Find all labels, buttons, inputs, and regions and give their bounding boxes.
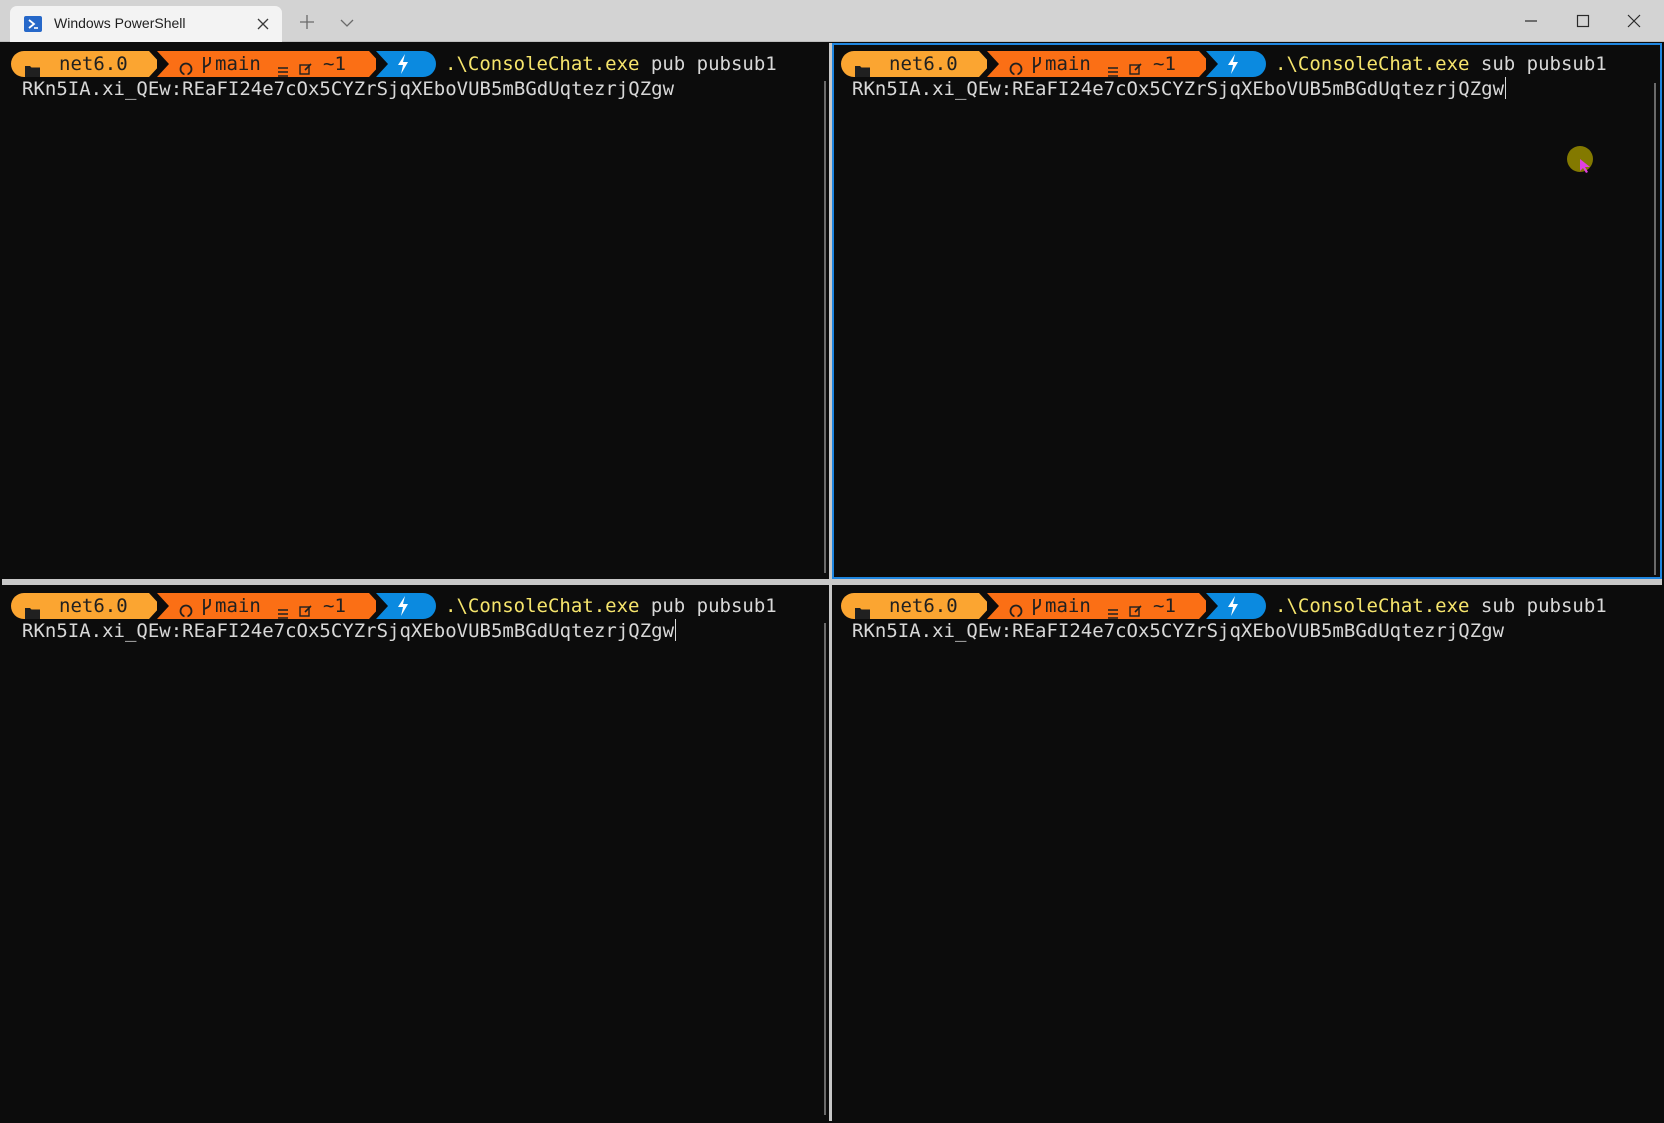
command-executable: .\ConsoleChat.exe (445, 595, 640, 617)
powershell-icon (24, 16, 42, 32)
output-text: RKn5IA.xi_QEw:REaFI24e7cOx5CYZrSjqXEboVU… (22, 620, 675, 642)
command-text: .\ConsoleChat.exe pub pubsub1 (445, 593, 777, 619)
branch-name: main (1045, 53, 1091, 75)
changes-count: ~1 (1153, 53, 1176, 75)
pane-scrollbar[interactable] (824, 623, 826, 1115)
power-segment (376, 593, 436, 619)
output-text: RKn5IA.xi_QEw:REaFI24e7cOx5CYZrSjqXEboVU… (852, 78, 1505, 100)
git-segment: main ~1 (157, 51, 381, 77)
pane-scrollbar[interactable] (824, 81, 826, 573)
output-line: RKn5IA.xi_QEw:REaFI24e7cOx5CYZrSjqXEboVU… (852, 618, 1504, 644)
chevron-down-icon[interactable] (338, 14, 356, 32)
folder-name: net6.0 (59, 595, 128, 617)
terminal-pane-top-left[interactable]: net6.0 main ~1 .\ConsoleChat.exe pub pub… (2, 43, 829, 579)
output-line: RKn5IA.xi_QEw:REaFI24e7cOx5CYZrSjqXEboVU… (852, 76, 1507, 102)
maximize-icon[interactable] (1572, 10, 1594, 32)
power-segment (1206, 593, 1266, 619)
git-segment: main ~1 (987, 51, 1211, 77)
branch-name: main (215, 53, 261, 75)
terminal-pane-bottom-right[interactable]: net6.0 main ~1 .\ConsoleChat.exe sub pub… (832, 585, 1662, 1121)
horizontal-pane-splitter[interactable] (2, 579, 1662, 585)
changes-count: ~1 (323, 595, 346, 617)
output-text: RKn5IA.xi_QEw:REaFI24e7cOx5CYZrSjqXEboVU… (22, 78, 675, 100)
changes-count: ~1 (1153, 595, 1176, 617)
folder-name: net6.0 (59, 53, 128, 75)
tab-windows-powershell[interactable]: Windows PowerShell (10, 6, 282, 42)
output-text: RKn5IA.xi_QEw:REaFI24e7cOx5CYZrSjqXEboVU… (852, 620, 1505, 642)
power-segment (376, 51, 436, 77)
prompt-line: net6.0 main ~1 .\ConsoleChat.exe (841, 51, 1660, 77)
git-segment: main ~1 (157, 593, 381, 619)
command-arguments: pub pubsub1 (650, 53, 777, 75)
prompt-line: net6.0 main ~1 .\ConsoleChat.exe (11, 593, 829, 619)
minimize-icon[interactable] (1520, 10, 1542, 32)
mouse-pointer-icon (1580, 158, 1592, 177)
prompt-line: net6.0 main ~1 .\ConsoleChat.exe (11, 51, 829, 77)
output-line: RKn5IA.xi_QEw:REaFI24e7cOx5CYZrSjqXEboVU… (22, 618, 677, 644)
branch-name: main (1045, 595, 1091, 617)
terminal-pane-bottom-left[interactable]: net6.0 main ~1 .\ConsoleChat.exe pub pub… (2, 585, 829, 1121)
folder-name: net6.0 (889, 53, 958, 75)
command-arguments: sub pubsub1 (1480, 595, 1607, 617)
command-executable: .\ConsoleChat.exe (445, 53, 640, 75)
plus-icon[interactable] (298, 13, 316, 31)
title-bar: Windows PowerShell (0, 0, 1664, 42)
folder-segment: net6.0 (841, 593, 991, 619)
output-line: RKn5IA.xi_QEw:REaFI24e7cOx5CYZrSjqXEboVU… (22, 76, 674, 102)
command-arguments: sub pubsub1 (1480, 53, 1607, 75)
tab-title: Windows PowerShell (54, 15, 186, 31)
prompt-line: net6.0 main ~1 .\ConsoleChat.exe (841, 593, 1661, 619)
command-text: .\ConsoleChat.exe sub pubsub1 (1275, 593, 1607, 619)
terminal-pane-top-right[interactable]: net6.0 main ~1 .\ConsoleChat.exe sub pub… (832, 43, 1662, 579)
command-executable: .\ConsoleChat.exe (1275, 53, 1470, 75)
command-arguments: pub pubsub1 (650, 595, 777, 617)
command-executable: .\ConsoleChat.exe (1275, 595, 1470, 617)
power-segment (1206, 51, 1266, 77)
command-text: .\ConsoleChat.exe pub pubsub1 (445, 51, 777, 77)
close-icon[interactable] (254, 15, 272, 33)
text-cursor (675, 619, 677, 641)
folder-segment: net6.0 (11, 51, 161, 77)
command-text: .\ConsoleChat.exe sub pubsub1 (1275, 51, 1607, 77)
pane-scrollbar[interactable] (1654, 83, 1656, 575)
changes-count: ~1 (323, 53, 346, 75)
folder-segment: net6.0 (11, 593, 161, 619)
folder-name: net6.0 (889, 595, 958, 617)
close-icon[interactable] (1623, 10, 1645, 32)
folder-segment: net6.0 (841, 51, 991, 77)
git-segment: main ~1 (987, 593, 1211, 619)
branch-name: main (215, 595, 261, 617)
text-cursor (1505, 77, 1507, 99)
